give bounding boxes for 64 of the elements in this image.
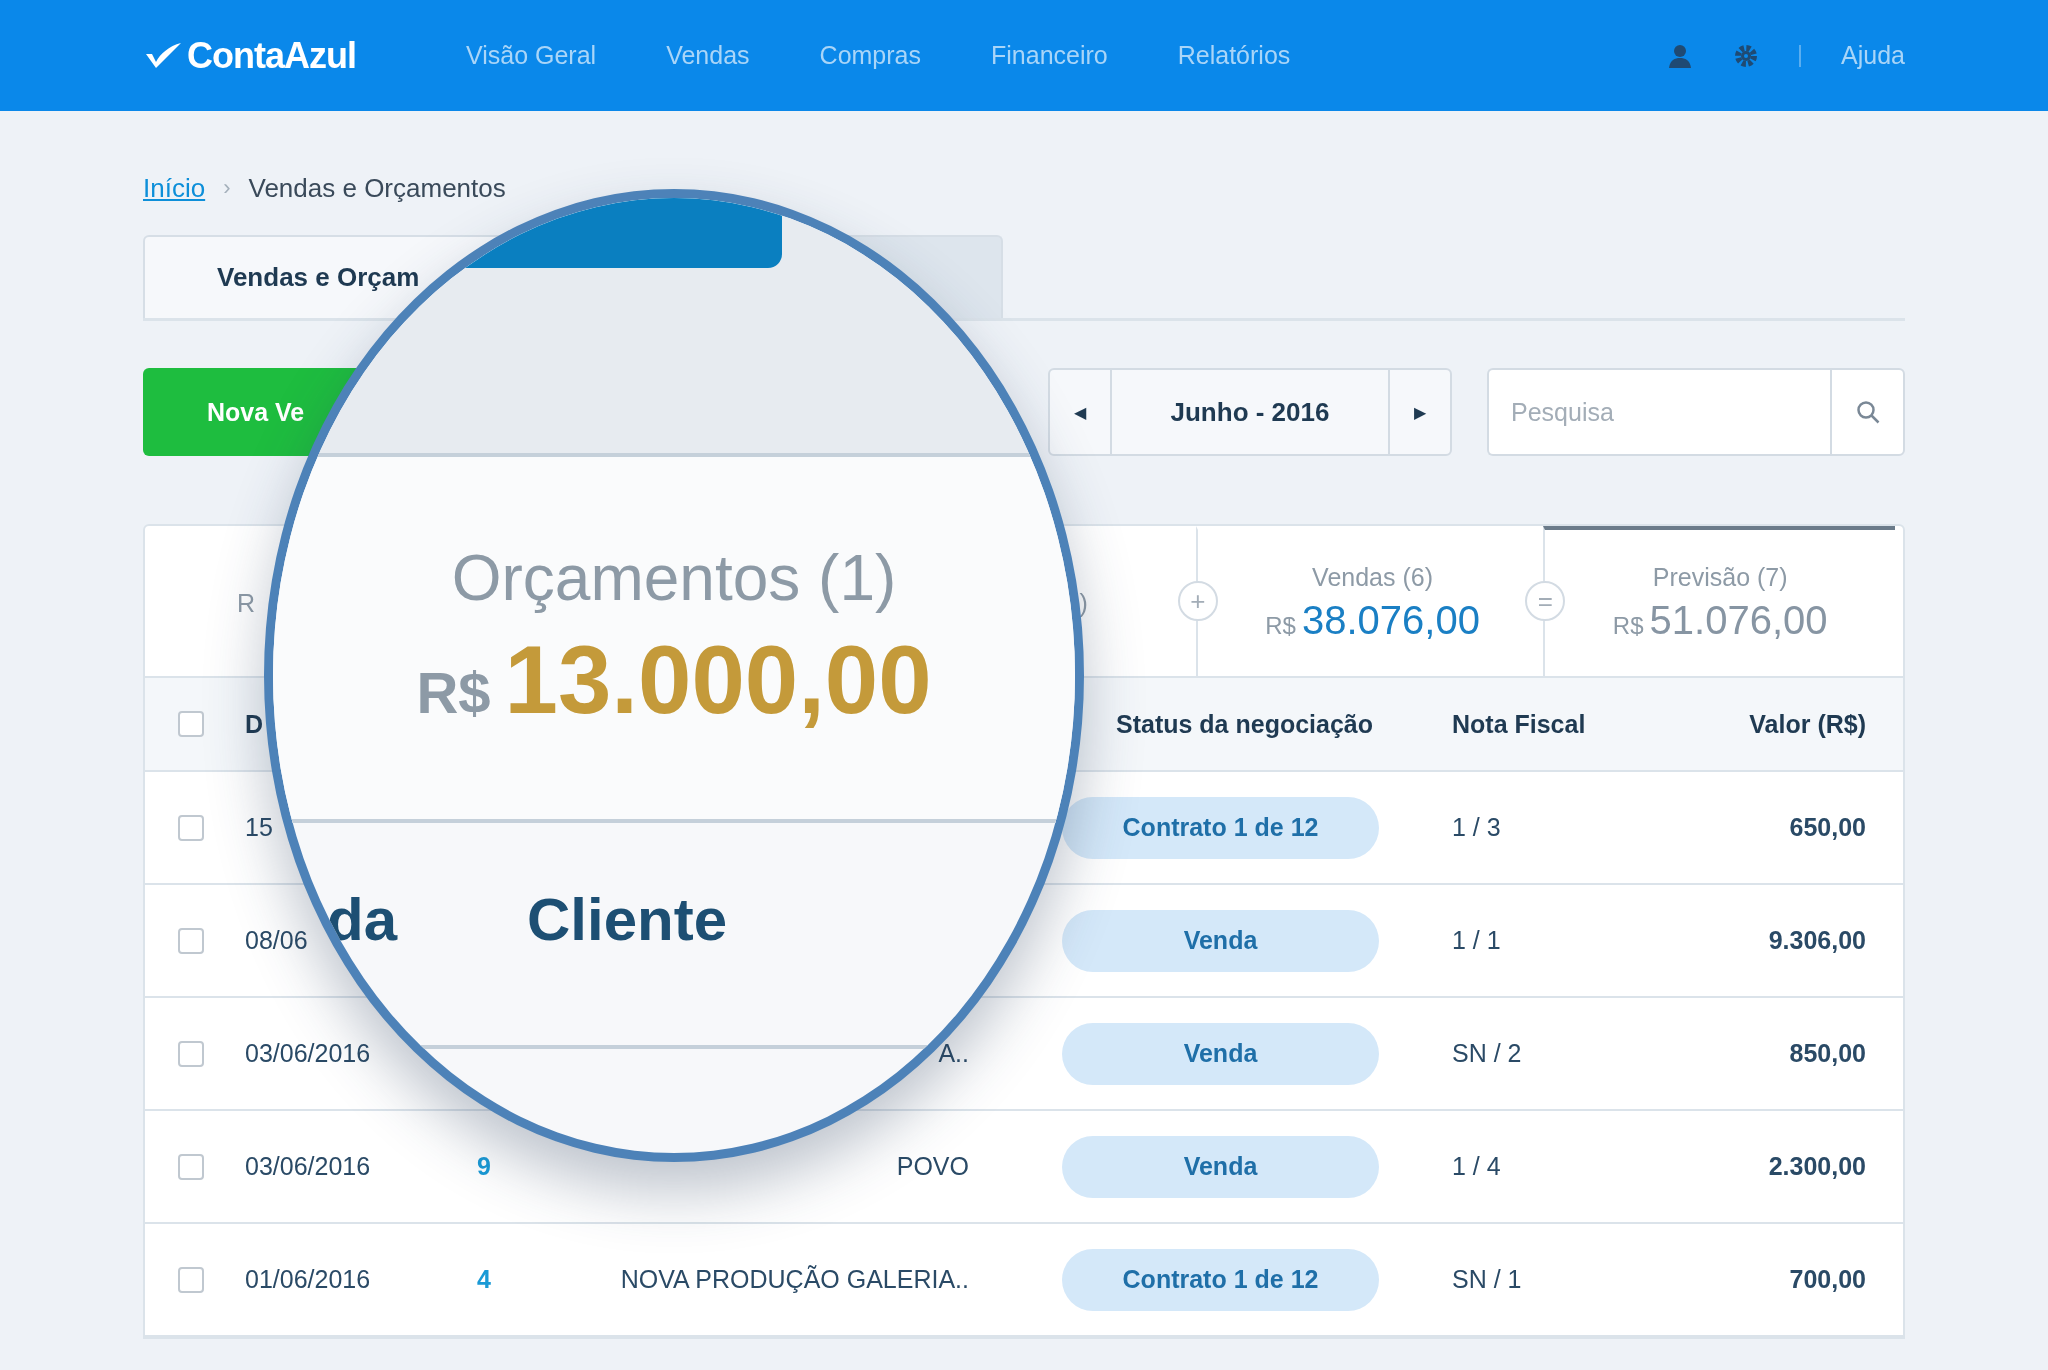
operator-icon: = xyxy=(1525,581,1566,621)
search-field[interactable]: Pesquisa xyxy=(1487,368,1830,456)
invoice-cell-text: 1 / 1 xyxy=(1452,926,1502,955)
summary-amount: 51.076,00 xyxy=(1649,598,1828,643)
invoice-cell-text: SN / 2 xyxy=(1452,1039,1523,1068)
status-badge: Venda xyxy=(1062,1135,1379,1198)
number-link[interactable]: 4 xyxy=(477,1265,619,1294)
client-cell-text: POVO xyxy=(895,1152,969,1181)
next-month-button[interactable]: ▶ xyxy=(1388,370,1450,454)
help-link[interactable]: Ajuda xyxy=(1841,41,1905,70)
magnified-currency-symbol: R$ xyxy=(416,659,491,726)
value-cell-text: 700,00 xyxy=(1788,1265,1866,1294)
value-cell-text: 9.306,00 xyxy=(1767,926,1866,955)
search-button[interactable] xyxy=(1830,368,1905,456)
value-cell-text: 650,00 xyxy=(1788,813,1866,842)
user-icon[interactable] xyxy=(1667,42,1694,69)
summary-label: ) xyxy=(1079,588,1088,618)
operator-icon: + xyxy=(1177,581,1218,621)
month-label: Junho - 2016 xyxy=(1169,395,1331,429)
search-icon xyxy=(1854,399,1881,425)
summary-amount: 38.076,00 xyxy=(1301,598,1480,643)
value-cell-text: 850,00 xyxy=(1788,1039,1866,1068)
checkbox[interactable] xyxy=(178,927,204,954)
magnified-amount: 13.000,00 xyxy=(504,625,932,735)
checkbox[interactable] xyxy=(178,814,204,841)
nav-link[interactable]: Compras xyxy=(819,41,921,70)
column-header: Valor (R$) xyxy=(1748,709,1866,739)
date-cell-text: 15 xyxy=(245,813,274,842)
checkbox[interactable] xyxy=(178,1040,204,1067)
breadcrumb-current: Vendas e Orçamentos xyxy=(248,172,506,204)
client-cell: NOVA PRODUÇÃO GALERIA.. xyxy=(619,1265,969,1294)
status-badge: Venda xyxy=(1062,909,1379,972)
nav-link[interactable]: Relatórios xyxy=(1177,41,1291,70)
status-badge: Venda xyxy=(1062,1022,1379,1085)
value-cell-text: 2.300,00 xyxy=(1767,1152,1866,1181)
currency-symbol: R$ xyxy=(1612,612,1644,640)
invoice-cell-text: SN / 1 xyxy=(1452,1265,1523,1294)
summary-label: Vendas (6) xyxy=(1312,563,1434,592)
invoice-cell-text: 1 / 4 xyxy=(1452,1152,1502,1181)
nav-link[interactable]: Financeiro xyxy=(991,41,1108,70)
invoice-cell-text: 1 / 3 xyxy=(1452,813,1502,842)
date-cell-text: 03/06/2016 xyxy=(245,1152,372,1181)
magnified-column-header: Cliente xyxy=(527,884,728,954)
column-header: Nota Fiscal xyxy=(1452,709,1587,739)
checkbox[interactable] xyxy=(178,711,204,737)
date-cell-text: 08/06 xyxy=(245,926,309,955)
checkbox[interactable] xyxy=(178,1153,204,1180)
date-cell-text: 03/06/2016 xyxy=(245,1039,372,1068)
nav-link[interactable]: Visão Geral xyxy=(466,41,597,70)
summary-label: Previsão (7) xyxy=(1652,563,1788,592)
checkbox[interactable] xyxy=(178,1266,204,1293)
status-badge: Contrato 1 de 12 xyxy=(1062,796,1379,859)
breadcrumb-separator: › xyxy=(223,175,231,201)
date-cell-text: 01/06/2016 xyxy=(245,1265,372,1294)
magnified-summary-label: Orçamentos (1) xyxy=(451,541,897,615)
column-header: Status da negociação xyxy=(1115,709,1375,739)
status-badge: Contrato 1 de 12 xyxy=(1062,1248,1379,1311)
column-header: D xyxy=(245,709,265,739)
logo-text: ContaAzul xyxy=(187,34,356,77)
breadcrumb-link[interactable]: Início xyxy=(143,172,206,204)
nav-link[interactable]: Vendas xyxy=(666,41,750,70)
client-cell-text: A.. xyxy=(937,1039,969,1068)
settings-icon[interactable] xyxy=(1733,42,1760,69)
currency-symbol: R$ xyxy=(1265,612,1296,640)
